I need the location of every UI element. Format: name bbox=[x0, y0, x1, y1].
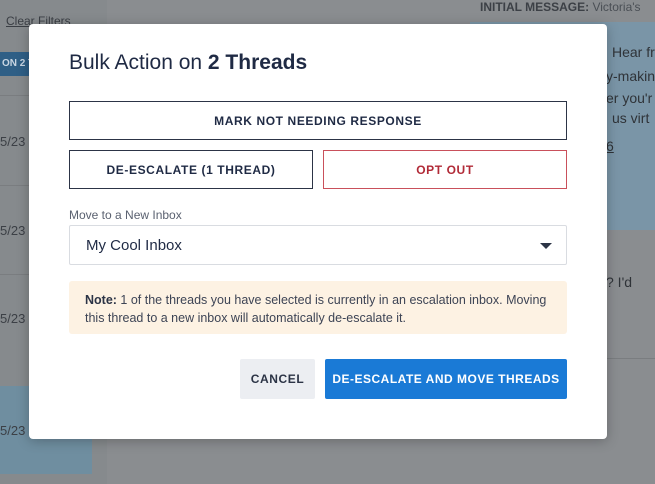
escalation-note: Note: 1 of the threads you have selected… bbox=[69, 281, 567, 334]
thread-date: 5/23 bbox=[0, 134, 26, 149]
bubble-line: er you'r bbox=[606, 90, 653, 106]
bubble-line: Hear fr bbox=[612, 44, 655, 60]
de-escalate-button[interactable]: DE-ESCALATE (1 THREAD) bbox=[69, 150, 313, 189]
bubble-line: y-makin bbox=[606, 68, 655, 84]
opt-out-button[interactable]: OPT OUT bbox=[323, 150, 567, 189]
bulk-action-modal: Bulk Action on 2 Threads MARK NOT NEEDIN… bbox=[29, 24, 607, 439]
initial-message-value: Victoria's bbox=[592, 0, 641, 14]
initial-message-header: INITIAL MESSAGE: Victoria's bbox=[480, 0, 641, 14]
message-text: ? I'd bbox=[606, 274, 633, 290]
thread-date: 5/23 bbox=[0, 311, 26, 326]
bubble-line: us virt bbox=[612, 110, 650, 126]
de-escalate-and-move-button[interactable]: DE-ESCALATE AND MOVE THREADS bbox=[325, 359, 567, 399]
move-inbox-label: Move to a New Inbox bbox=[69, 208, 182, 222]
bubble-link: 6 bbox=[606, 138, 614, 154]
mark-not-needing-response-button[interactable]: MARK NOT NEEDING RESPONSE bbox=[69, 101, 567, 140]
selection-badge: ON 2 T bbox=[0, 52, 32, 76]
caret-down-icon bbox=[540, 243, 552, 249]
note-label: Note: bbox=[85, 293, 117, 307]
modal-title: Bulk Action on 2 Threads bbox=[69, 51, 307, 75]
inbox-select-value: My Cool Inbox bbox=[86, 237, 182, 254]
modal-title-count: 2 Threads bbox=[207, 51, 308, 74]
note-text: 1 of the threads you have selected is cu… bbox=[85, 293, 547, 325]
initial-message-label: INITIAL MESSAGE: bbox=[480, 0, 590, 14]
thread-date: 5/23 bbox=[0, 223, 26, 238]
cancel-button[interactable]: CANCEL bbox=[240, 359, 315, 399]
thread-date: 5/23 bbox=[0, 423, 26, 438]
modal-title-prefix: Bulk Action on bbox=[69, 51, 208, 74]
inbox-select[interactable]: My Cool Inbox bbox=[69, 225, 567, 265]
